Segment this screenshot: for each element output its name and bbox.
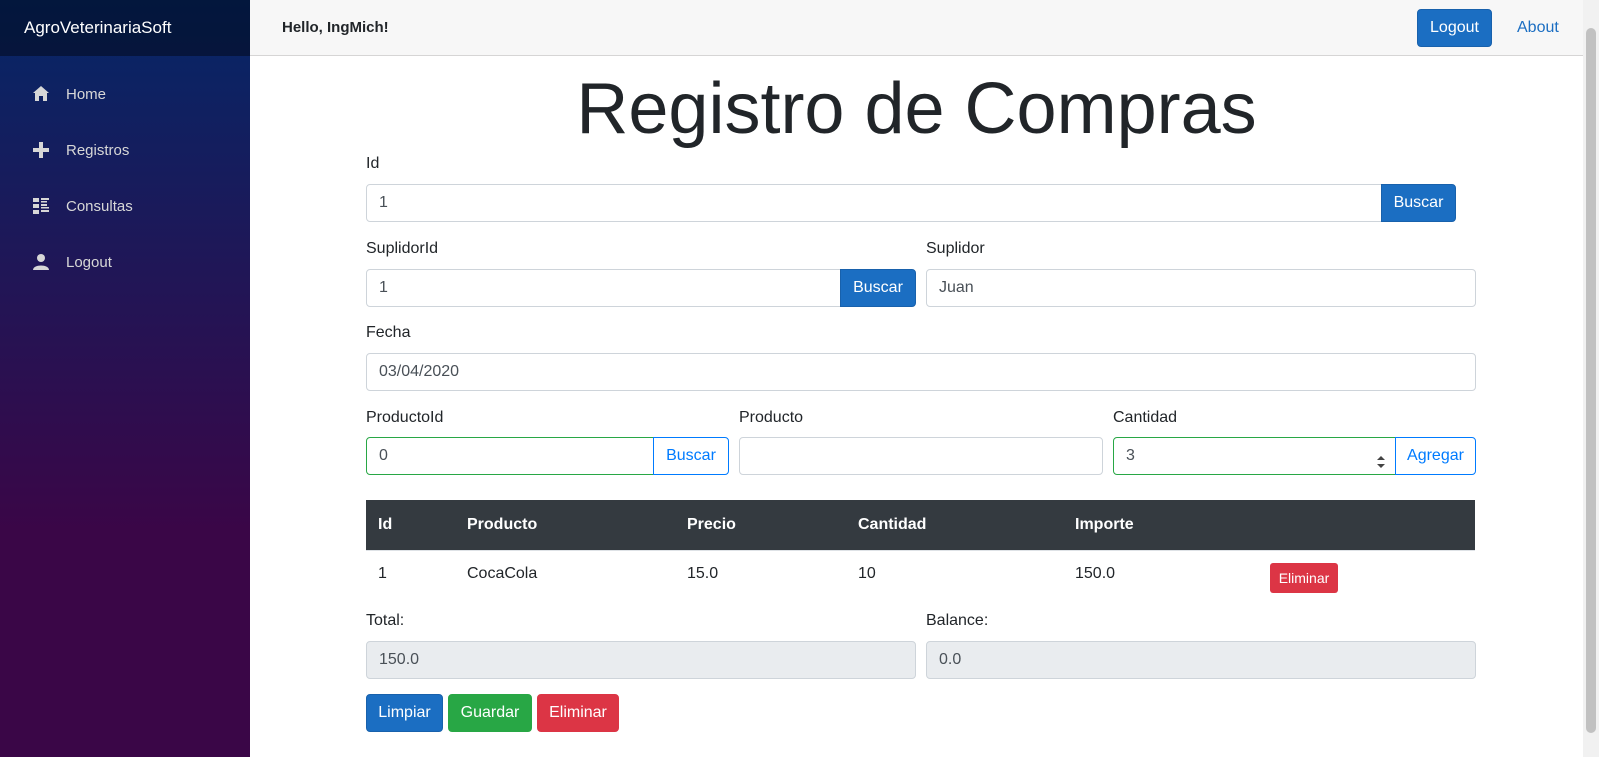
balance-label: Balance: — [926, 612, 989, 629]
suplidor-input[interactable]: Juan — [926, 269, 1476, 307]
limpiar-button[interactable]: Limpiar — [366, 694, 443, 732]
balance-field: 0.0 — [926, 641, 1476, 679]
column-header: Precio — [687, 516, 736, 533]
greeting: Hello, IngMich! — [282, 19, 389, 36]
main-content: Registro de Compras Id 1 Buscar Suplidor… — [250, 56, 1583, 757]
row-delete-button[interactable]: Eliminar — [1270, 563, 1338, 593]
sidebar-item-label: Registros — [66, 141, 130, 159]
column-header: Id — [378, 516, 393, 533]
cantidad-input[interactable]: 3 — [1113, 437, 1396, 475]
producto-id-label: ProductoId — [366, 409, 444, 426]
suplidor-id-label: SuplidorId — [366, 240, 439, 257]
column-header: Cantidad — [858, 516, 927, 533]
agregar-button[interactable]: Agregar — [1395, 437, 1476, 475]
logout-button[interactable]: Logout — [1417, 9, 1492, 47]
fecha-input[interactable]: 03/04/2020 — [366, 353, 1476, 391]
brand-title[interactable]: AgroVeterinariaSoft — [0, 0, 250, 56]
producto-label: Producto — [739, 409, 804, 426]
cell-id: 1 — [378, 565, 387, 582]
plus-icon — [32, 141, 50, 159]
person-icon — [32, 253, 50, 271]
sidebar: AgroVeterinariaSoft Home Registros Consu… — [0, 0, 250, 757]
about-link[interactable]: About — [1517, 0, 1559, 56]
cell-cantidad: 10 — [858, 565, 876, 582]
suplidor-label: Suplidor — [926, 240, 985, 257]
cantidad-value: 3 — [1126, 447, 1135, 464]
id-input[interactable]: 1 — [366, 184, 1382, 222]
sidebar-item-home[interactable]: Home — [0, 66, 250, 122]
list-icon — [32, 197, 50, 215]
table-row: 1 CocaCola 15.0 10 150.0 Eliminar — [366, 550, 1475, 606]
producto-input[interactable] — [739, 437, 1103, 475]
sidebar-item-label: Consultas — [66, 197, 133, 215]
cantidad-label: Cantidad — [1113, 409, 1178, 426]
fecha-label: Fecha — [366, 324, 411, 341]
cell-precio: 15.0 — [687, 565, 719, 582]
sidebar-item-label: Home — [66, 85, 107, 103]
column-header: Importe — [1075, 516, 1134, 533]
producto-id-input[interactable]: 0 — [366, 437, 654, 475]
scrollbar-thumb[interactable] — [1586, 28, 1596, 733]
sidebar-item-consultas[interactable]: Consultas — [0, 178, 250, 234]
sidebar-item-registros[interactable]: Registros — [0, 122, 250, 178]
suplidor-search-button[interactable]: Buscar — [840, 269, 916, 307]
eliminar-button[interactable]: Eliminar — [537, 694, 619, 732]
id-label: Id — [366, 155, 380, 172]
column-header: Producto — [467, 516, 538, 533]
page-title: Registro de Compras — [576, 69, 1257, 149]
total-label: Total: — [366, 612, 405, 629]
home-icon — [32, 85, 50, 103]
cell-producto: CocaCola — [467, 565, 538, 582]
table-header: Id Producto Precio Cantidad Importe — [366, 500, 1475, 550]
scrollbar[interactable] — [1583, 0, 1599, 757]
cell-importe: 150.0 — [1075, 565, 1116, 582]
sidebar-item-logout[interactable]: Logout — [0, 234, 250, 290]
sidebar-item-label: Logout — [66, 253, 112, 271]
top-bar: Hello, IngMich! Logout About — [250, 0, 1583, 56]
id-search-button[interactable]: Buscar — [1381, 184, 1456, 222]
spinner-icon[interactable] — [1375, 448, 1387, 468]
producto-search-button[interactable]: Buscar — [653, 437, 729, 475]
suplidor-id-input[interactable]: 1 — [366, 269, 841, 307]
guardar-button[interactable]: Guardar — [448, 694, 532, 732]
total-field: 150.0 — [366, 641, 916, 679]
